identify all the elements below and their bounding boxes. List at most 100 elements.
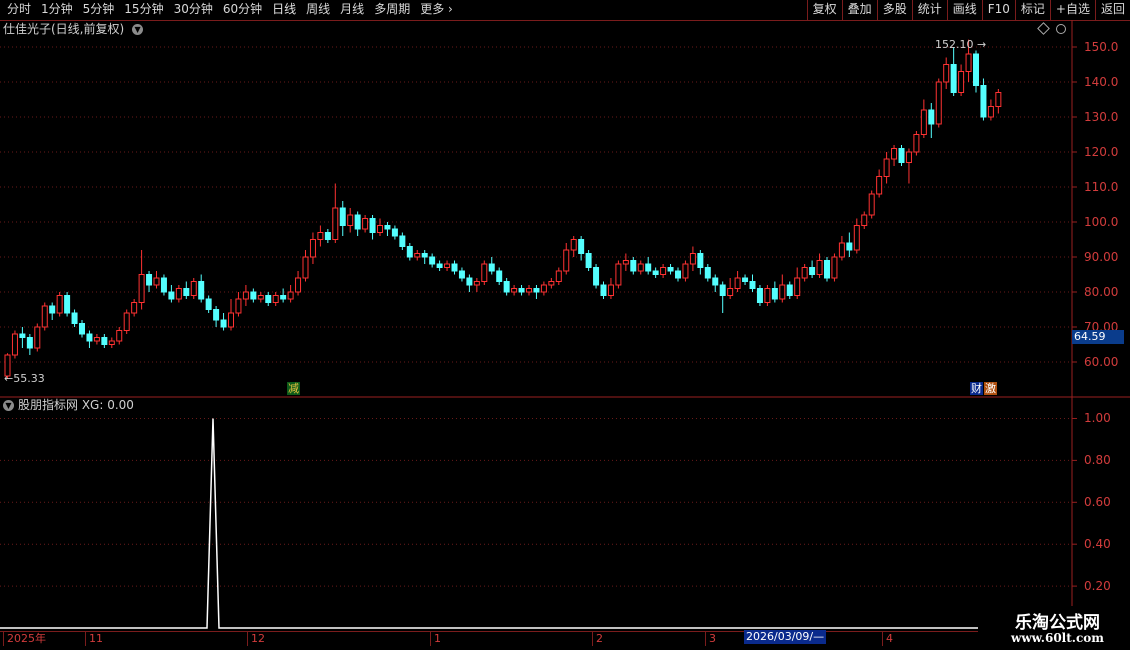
- date-tick-label: 11: [85, 632, 103, 646]
- price-tick-label: 150.0: [1084, 40, 1119, 54]
- badge-ji[interactable]: 激: [984, 382, 997, 395]
- candle-body: [339, 207, 346, 226]
- candle-body: [764, 288, 771, 303]
- candle-body: [488, 263, 495, 272]
- watermark-title: 乐淘公式网: [1015, 613, 1100, 633]
- candle-body: [667, 267, 674, 272]
- candle-body: [861, 214, 868, 226]
- indicator-tick-label: 1.00: [1084, 411, 1111, 426]
- candle-body: [846, 242, 853, 251]
- candle-body: [727, 288, 734, 296]
- candle-body: [801, 267, 808, 279]
- date-cursor-label: 2026/03/09/—: [744, 630, 827, 644]
- candle-body: [458, 270, 465, 279]
- candle-body: [838, 242, 845, 258]
- candle-body: [49, 305, 56, 314]
- indicator-title[interactable]: ▼ 股朋指标网 XG: 0.00: [3, 397, 134, 413]
- candle-body: [928, 109, 935, 125]
- candle-body: [593, 267, 600, 286]
- candle-body: [913, 134, 920, 153]
- candle-body: [786, 284, 793, 296]
- candle-body: [950, 64, 957, 93]
- price-tick-label: 120.0: [1084, 145, 1119, 159]
- candle-body: [138, 274, 145, 303]
- candle-body: [473, 281, 480, 286]
- candle-body: [615, 263, 622, 286]
- candle-body: [399, 235, 406, 247]
- candle-body: [205, 298, 212, 310]
- candle-body: [347, 214, 354, 226]
- indicator-tick-label: 0.80: [1084, 453, 1111, 468]
- candle-body: [876, 176, 883, 195]
- candle-body: [935, 81, 942, 125]
- candle-body: [242, 291, 249, 300]
- candle-body: [257, 295, 264, 300]
- badge-cai[interactable]: 财: [970, 382, 983, 395]
- candle-body: [332, 207, 339, 240]
- candle-body: [116, 330, 123, 342]
- candle-body: [11, 333, 18, 356]
- indicator-title-label: 股朋指标网 XG: 0.00: [18, 398, 134, 412]
- candle-body: [526, 288, 532, 293]
- date-tick-label: 4: [882, 632, 893, 646]
- low-price-marker: ←55.33: [4, 372, 45, 385]
- candle-body: [466, 277, 473, 286]
- candle-body: [824, 260, 830, 279]
- candle-body: [436, 263, 443, 268]
- candle-body: [794, 277, 801, 296]
- candle-body: [563, 249, 570, 272]
- price-tick-label: 140.0: [1084, 75, 1119, 89]
- candle-body: [622, 260, 629, 265]
- candlestick-chart[interactable]: [0, 0, 1130, 650]
- candle-body: [377, 225, 383, 233]
- candle-body: [965, 53, 972, 72]
- candle-body: [555, 270, 562, 282]
- candle-body: [756, 288, 763, 303]
- badge-jian[interactable]: 减: [287, 382, 300, 395]
- candle-body: [41, 305, 48, 328]
- candle-body: [645, 263, 652, 272]
- candle-body: [742, 277, 749, 282]
- candle-body: [719, 284, 726, 296]
- candle-body: [771, 288, 778, 300]
- candle-body: [287, 291, 294, 300]
- candle-body: [660, 267, 667, 275]
- candle-body: [533, 288, 540, 293]
- candle-body: [175, 288, 182, 300]
- candle-body: [302, 256, 309, 279]
- date-tick-label: 1: [430, 632, 441, 646]
- candle-body: [898, 148, 905, 163]
- candle-body: [183, 288, 190, 296]
- indicator-tick-label: 0.60: [1084, 495, 1111, 510]
- candle-body: [652, 270, 659, 275]
- candle-body: [108, 340, 115, 345]
- candle-body: [421, 253, 428, 258]
- indicator-tick-label: 0.20: [1084, 579, 1111, 594]
- candle-body: [146, 274, 153, 286]
- watermark: 乐淘公式网 www.60lt.com: [985, 606, 1130, 650]
- candle-body: [123, 312, 130, 331]
- candle-body: [570, 239, 577, 251]
- candle-body: [414, 253, 421, 258]
- candle-body: [131, 302, 138, 314]
- candle-body: [280, 295, 287, 300]
- candle-body: [689, 253, 696, 265]
- candle-body: [980, 85, 987, 118]
- chevron-down-icon[interactable]: ▼: [3, 400, 14, 411]
- candle-body: [451, 263, 458, 272]
- candle-body: [190, 281, 197, 296]
- candle-body: [369, 218, 376, 233]
- candle-body: [272, 295, 279, 303]
- candle-body: [324, 232, 331, 240]
- candle-body: [920, 109, 927, 135]
- candle-body: [168, 291, 175, 300]
- candle-body: [503, 281, 510, 293]
- candle-body: [630, 260, 637, 272]
- candle-body: [79, 323, 85, 335]
- candle-body: [987, 106, 994, 118]
- candle-body: [600, 284, 607, 296]
- candle-body: [540, 284, 547, 293]
- candle-body: [220, 319, 227, 328]
- candle-body: [406, 246, 413, 258]
- candle-body: [883, 158, 890, 177]
